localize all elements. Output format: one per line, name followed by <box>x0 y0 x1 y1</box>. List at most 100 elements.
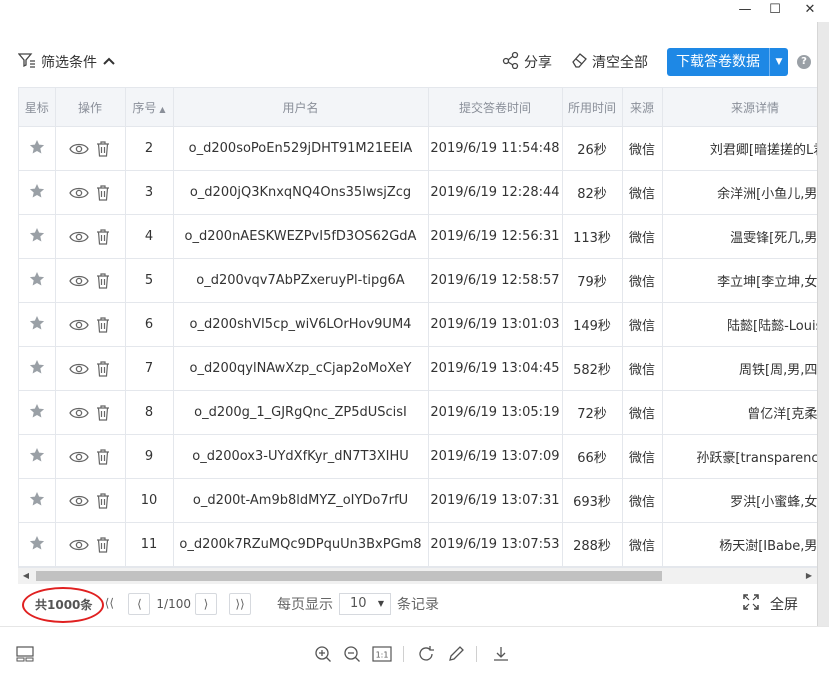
source-cell: 微信 <box>622 258 663 303</box>
star-icon[interactable] <box>29 271 45 291</box>
star-cell <box>19 170 56 215</box>
duration-cell: 693秒 <box>562 478 623 523</box>
source-cell: 微信 <box>622 346 663 391</box>
submit-time-cell: 2019/6/19 12:58:57 <box>428 258 563 303</box>
trash-icon[interactable] <box>95 317 111 333</box>
star-cell <box>19 302 56 347</box>
layout-icon[interactable] <box>15 644 35 664</box>
download-data-button[interactable]: 下载答卷数据 <box>667 48 769 76</box>
user-cell: o_d200shVI5cp_wiV6LOrHov9UM4 <box>173 302 429 347</box>
trash-icon[interactable] <box>95 185 111 201</box>
star-icon[interactable] <box>29 535 45 555</box>
download-options-button[interactable]: ▼ <box>769 48 788 76</box>
star-cell <box>19 346 56 391</box>
star-icon[interactable] <box>29 403 45 423</box>
user-cell: o_d200t-Am9b8ldMYZ_oIYDo7rfU <box>173 478 429 523</box>
scroll-left-arrow[interactable]: ◀ <box>18 568 34 584</box>
eye-icon[interactable] <box>69 141 89 156</box>
star-icon[interactable] <box>29 447 45 467</box>
minimize-button[interactable]: — <box>730 0 760 22</box>
share-button[interactable]: 分享 <box>502 51 552 72</box>
actual-size-label: 1:1 <box>376 651 389 660</box>
scrollbar-thumb[interactable] <box>36 571 662 581</box>
rotate-icon[interactable] <box>416 644 436 664</box>
close-button[interactable]: ✕ <box>795 0 825 22</box>
trash-icon[interactable] <box>95 273 111 289</box>
trash-icon[interactable] <box>95 537 111 553</box>
star-icon[interactable] <box>29 315 45 335</box>
duration-cell: 113秒 <box>562 214 623 259</box>
source-cell: 微信 <box>622 126 663 171</box>
eye-icon[interactable] <box>69 229 89 244</box>
prev-page-button[interactable]: ⟨ <box>128 593 151 615</box>
star-icon[interactable] <box>29 139 45 159</box>
star-icon[interactable] <box>29 359 45 379</box>
total-count-highlight <box>22 587 104 623</box>
col-header-user: 用户名 <box>173 88 429 127</box>
maximize-button[interactable]: ☐ <box>760 0 790 22</box>
eye-icon[interactable] <box>69 493 89 508</box>
eye-icon[interactable] <box>69 405 89 420</box>
trash-icon[interactable] <box>95 493 111 509</box>
per-page-select[interactable]: 10 ▼ <box>339 593 391 615</box>
index-cell: 9 <box>125 434 174 479</box>
table-row[interactable]: 6 o_d200shVI5cp_wiV6LOrHov9UM4 2019/6/19 1… <box>19 302 817 347</box>
source-detail-cell: 李立坤[李立坤,女,内蒙 <box>662 258 817 303</box>
zoom-out-icon[interactable] <box>342 644 362 664</box>
index-cell: 10 <box>125 478 174 523</box>
trash-icon[interactable] <box>95 361 111 377</box>
table-row[interactable]: 2 o_d200soPoEn529jDHT91M21EEIA 2019/6/19 1… <box>19 126 817 171</box>
col-header-index[interactable]: 序号 ▲ <box>125 88 174 127</box>
eye-icon[interactable] <box>69 449 89 464</box>
index-cell: 2 <box>125 126 174 171</box>
edit-icon[interactable] <box>446 644 466 664</box>
table-row[interactable]: 10 o_d200t-Am9b8ldMYZ_oIYDo7rfU 2019/6/19 … <box>19 478 817 523</box>
table-row[interactable]: 3 o_d200jQ3KnxqNQ4Ons35lwsjZcg 2019/6/19 1… <box>19 170 817 215</box>
duration-cell: 79秒 <box>562 258 623 303</box>
table-row[interactable]: 11 o_d200k7RZuMQc9DPquUn3BxPGm8 2019/6/19 … <box>19 522 817 567</box>
source-detail-cell: 罗洪[小蜜蜂,女,堪培 <box>662 478 817 523</box>
eye-icon[interactable] <box>69 361 89 376</box>
submit-time-cell: 2019/6/19 13:07:53 <box>428 522 563 567</box>
table-row[interactable]: 9 o_d200ox3-UYdXfKyr_dN7T3XIHU 2019/6/19 1… <box>19 434 817 479</box>
star-cell <box>19 258 56 303</box>
table-row[interactable]: 5 o_d200vqv7AbPZxeruyPl-tipg6A 2019/6/19 1… <box>19 258 817 303</box>
clear-all-button[interactable]: 清空全部 <box>570 52 648 72</box>
trash-icon[interactable] <box>95 405 111 421</box>
help-icon[interactable]: ? <box>797 55 811 69</box>
sort-asc-icon[interactable]: ▲ <box>159 105 165 114</box>
eye-icon[interactable] <box>69 537 89 552</box>
submit-time-cell: 2019/6/19 13:07:09 <box>428 434 563 479</box>
eye-icon[interactable] <box>69 317 89 332</box>
horizontal-scrollbar[interactable]: ◀ ▶ <box>18 568 817 584</box>
actions-cell <box>55 434 126 479</box>
col-header-submit-time: 提交答卷时间 <box>428 88 563 127</box>
actual-size-icon[interactable]: 1:1 <box>371 644 393 664</box>
eye-icon[interactable] <box>69 273 89 288</box>
source-cell: 微信 <box>622 214 663 259</box>
page-indicator: 1/100 <box>156 597 191 611</box>
table-row[interactable]: 4 o_d200nAESKWEZPvI5fD3OS62GdA 2019/6/19 1… <box>19 214 817 259</box>
duration-cell: 149秒 <box>562 302 623 347</box>
table-row[interactable]: 7 o_d200qylNAwXzp_cCjap2oMoXeY 2019/6/19 1… <box>19 346 817 391</box>
fullscreen-button[interactable]: 全屏 <box>742 594 798 614</box>
trash-icon[interactable] <box>95 141 111 157</box>
scroll-right-arrow[interactable]: ▶ <box>801 568 817 584</box>
actions-cell <box>55 258 126 303</box>
trash-icon[interactable] <box>95 229 111 245</box>
last-page-button[interactable]: ⟩⟩ <box>229 593 251 615</box>
filter-toggle[interactable]: 筛选条件 <box>17 52 116 72</box>
table-row[interactable]: 8 o_d200g_1_GJRgQnc_ZP5dUScisI 2019/6/19 1… <box>19 390 817 435</box>
download-icon[interactable] <box>491 644 511 664</box>
index-cell: 6 <box>125 302 174 347</box>
zoom-in-icon[interactable] <box>313 644 333 664</box>
star-cell <box>19 126 56 171</box>
star-icon[interactable] <box>29 491 45 511</box>
submit-time-cell: 2019/6/19 12:56:31 <box>428 214 563 259</box>
next-page-button[interactable]: ⟩ <box>195 593 217 615</box>
eye-icon[interactable] <box>69 185 89 200</box>
filter-icon <box>17 52 36 72</box>
trash-icon[interactable] <box>95 449 111 465</box>
star-icon[interactable] <box>29 183 45 203</box>
star-icon[interactable] <box>29 227 45 247</box>
